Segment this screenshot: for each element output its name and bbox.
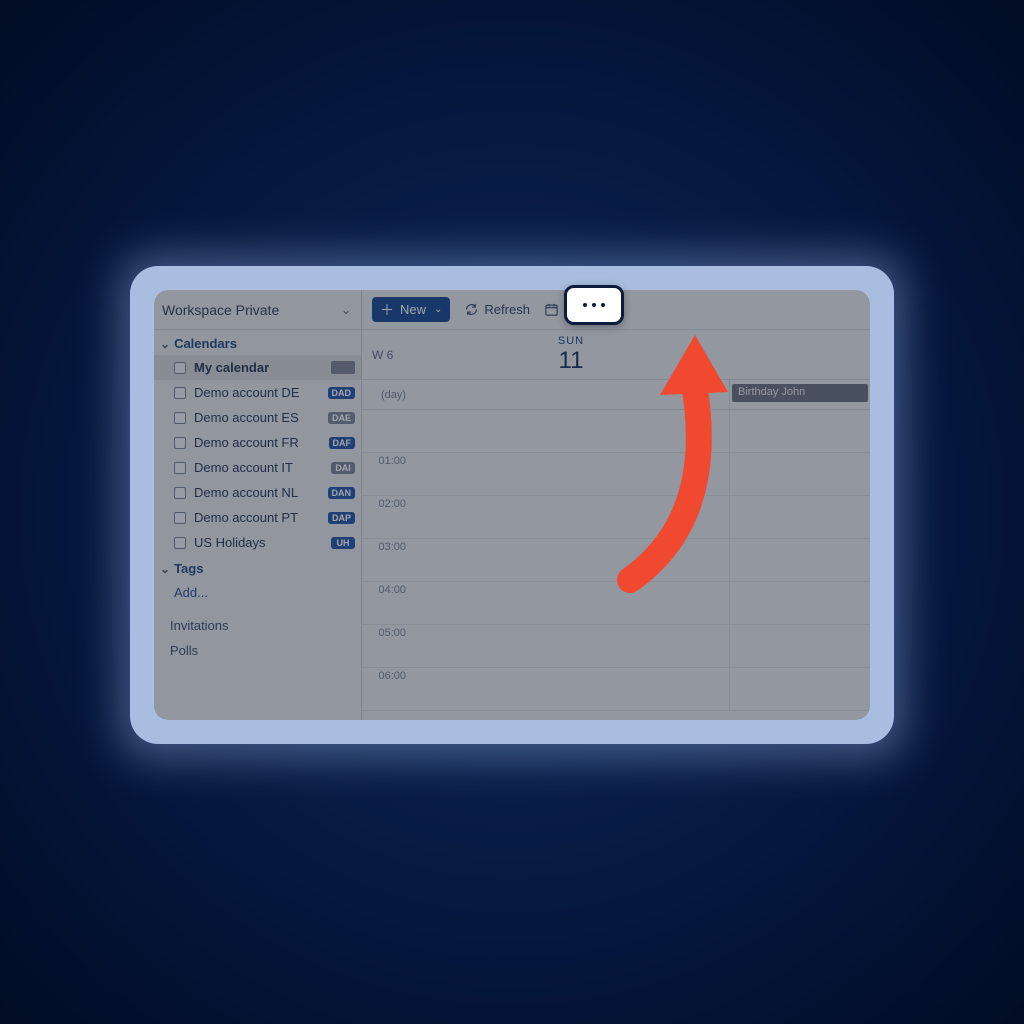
hour-label: 02:00 bbox=[362, 496, 412, 538]
grid-cell-side[interactable] bbox=[730, 539, 870, 581]
grid-cell-side[interactable] bbox=[730, 668, 870, 710]
calendar-header: W 6 SUN 11 bbox=[362, 330, 870, 380]
chevron-down-icon: ⌄ bbox=[160, 562, 170, 576]
calendar-item[interactable]: Demo account FR DAF bbox=[154, 430, 361, 455]
grid-cell[interactable] bbox=[412, 453, 730, 495]
allday-cell[interactable] bbox=[412, 380, 730, 409]
workspace-title: Workspace Private bbox=[162, 302, 279, 318]
day-header[interactable]: SUN 11 bbox=[412, 330, 730, 379]
grid-cell-side[interactable] bbox=[730, 625, 870, 667]
calendar-label: Demo account PT bbox=[194, 510, 298, 525]
new-label: New bbox=[400, 302, 426, 317]
grid-cell[interactable] bbox=[412, 496, 730, 538]
checkbox-icon[interactable] bbox=[174, 462, 186, 474]
checkbox-icon[interactable] bbox=[174, 537, 186, 549]
checkbox-icon[interactable] bbox=[174, 437, 186, 449]
tags-label: Tags bbox=[174, 561, 203, 576]
grid-cell[interactable] bbox=[412, 582, 730, 624]
calendar-item[interactable]: Demo account ES DAE bbox=[154, 405, 361, 430]
more-options-button[interactable] bbox=[564, 285, 624, 325]
calendar-icon bbox=[544, 302, 559, 317]
tags-section-header[interactable]: ⌄ Tags bbox=[154, 555, 361, 580]
calendar-label: Demo account NL bbox=[194, 485, 298, 500]
calendar-badge: UH bbox=[331, 537, 355, 549]
event-birthday[interactable]: Birthday John bbox=[732, 384, 868, 402]
allday-label: (day) bbox=[362, 380, 412, 409]
calendar-badge: DAI bbox=[331, 462, 355, 474]
grid-cell-side[interactable] bbox=[730, 453, 870, 495]
invitations-label: Invitations bbox=[170, 618, 229, 633]
calendar-label: Demo account IT bbox=[194, 460, 293, 475]
calendar-item[interactable]: Demo account IT DAI bbox=[154, 455, 361, 480]
plus-icon: ＋ bbox=[380, 303, 394, 317]
refresh-button[interactable]: Refresh bbox=[464, 302, 530, 317]
refresh-label: Refresh bbox=[484, 302, 530, 317]
day-name: SUN bbox=[558, 335, 584, 347]
day-number: 11 bbox=[559, 347, 584, 375]
grid-cell[interactable] bbox=[412, 668, 730, 710]
add-tag-label: Add... bbox=[174, 585, 208, 600]
grid-cell-side[interactable] bbox=[730, 582, 870, 624]
calendar-grid[interactable]: 01:0002:0003:0004:0005:0006:00 bbox=[362, 410, 870, 711]
calendar-label: US Holidays bbox=[194, 535, 266, 550]
sidebar-item-invitations[interactable]: Invitations bbox=[154, 613, 361, 638]
sidebar: Workspace Private ⌄ ⌄ Calendars My calen… bbox=[154, 290, 362, 720]
calendar-item[interactable]: US Holidays UH bbox=[154, 530, 361, 555]
grid-cell[interactable] bbox=[412, 539, 730, 581]
grid-cell[interactable] bbox=[412, 625, 730, 667]
sidebar-item-polls[interactable]: Polls bbox=[154, 638, 361, 663]
calendar-label: Demo account DE bbox=[194, 385, 300, 400]
checkbox-icon[interactable] bbox=[174, 362, 186, 374]
calendar-item[interactable]: My calendar bbox=[154, 355, 361, 380]
calendar-label: Demo account FR bbox=[194, 435, 299, 450]
calendar-badge: DAE bbox=[328, 412, 355, 424]
chevron-down-icon: ⌄ bbox=[341, 303, 351, 317]
hour-label: 05:00 bbox=[362, 625, 412, 667]
calendar-label: My calendar bbox=[194, 360, 269, 375]
calendar-item[interactable]: Demo account PT DAP bbox=[154, 505, 361, 530]
color-swatch[interactable] bbox=[331, 361, 355, 374]
checkbox-icon[interactable] bbox=[174, 512, 186, 524]
workspace-selector[interactable]: Workspace Private ⌄ bbox=[154, 290, 361, 330]
dots-horizontal-icon bbox=[583, 303, 605, 307]
refresh-icon bbox=[464, 302, 479, 317]
hour-label: 01:00 bbox=[362, 453, 412, 495]
checkbox-icon[interactable] bbox=[174, 487, 186, 499]
hour-label: 03:00 bbox=[362, 539, 412, 581]
allday-row: (day) Birthday John bbox=[362, 380, 870, 410]
calendar-badge: DAD bbox=[328, 387, 356, 399]
checkbox-icon[interactable] bbox=[174, 387, 186, 399]
grid-cell-side[interactable] bbox=[730, 496, 870, 538]
calendar-label: Demo account ES bbox=[194, 410, 299, 425]
week-number: W 6 bbox=[362, 330, 412, 379]
calendar-badge: DAP bbox=[328, 512, 355, 524]
polls-label: Polls bbox=[170, 643, 198, 658]
checkbox-icon[interactable] bbox=[174, 412, 186, 424]
calendar-main: ＋ New ⌄ Refresh Today bbox=[362, 290, 870, 720]
chevron-down-icon: ⌄ bbox=[434, 304, 442, 315]
calendar-badge: DAF bbox=[329, 437, 356, 449]
calendars-section-header[interactable]: ⌄ Calendars bbox=[154, 330, 361, 355]
calendar-badge: DAN bbox=[328, 487, 356, 499]
add-tag-button[interactable]: Add... bbox=[154, 580, 361, 605]
chevron-down-icon: ⌄ bbox=[160, 337, 170, 351]
calendar-item[interactable]: Demo account DE DAD bbox=[154, 380, 361, 405]
calendars-label: Calendars bbox=[174, 336, 237, 351]
hour-label: 06:00 bbox=[362, 668, 412, 710]
hour-label: 04:00 bbox=[362, 582, 412, 624]
calendar-item[interactable]: Demo account NL DAN bbox=[154, 480, 361, 505]
new-button[interactable]: ＋ New ⌄ bbox=[372, 297, 450, 322]
